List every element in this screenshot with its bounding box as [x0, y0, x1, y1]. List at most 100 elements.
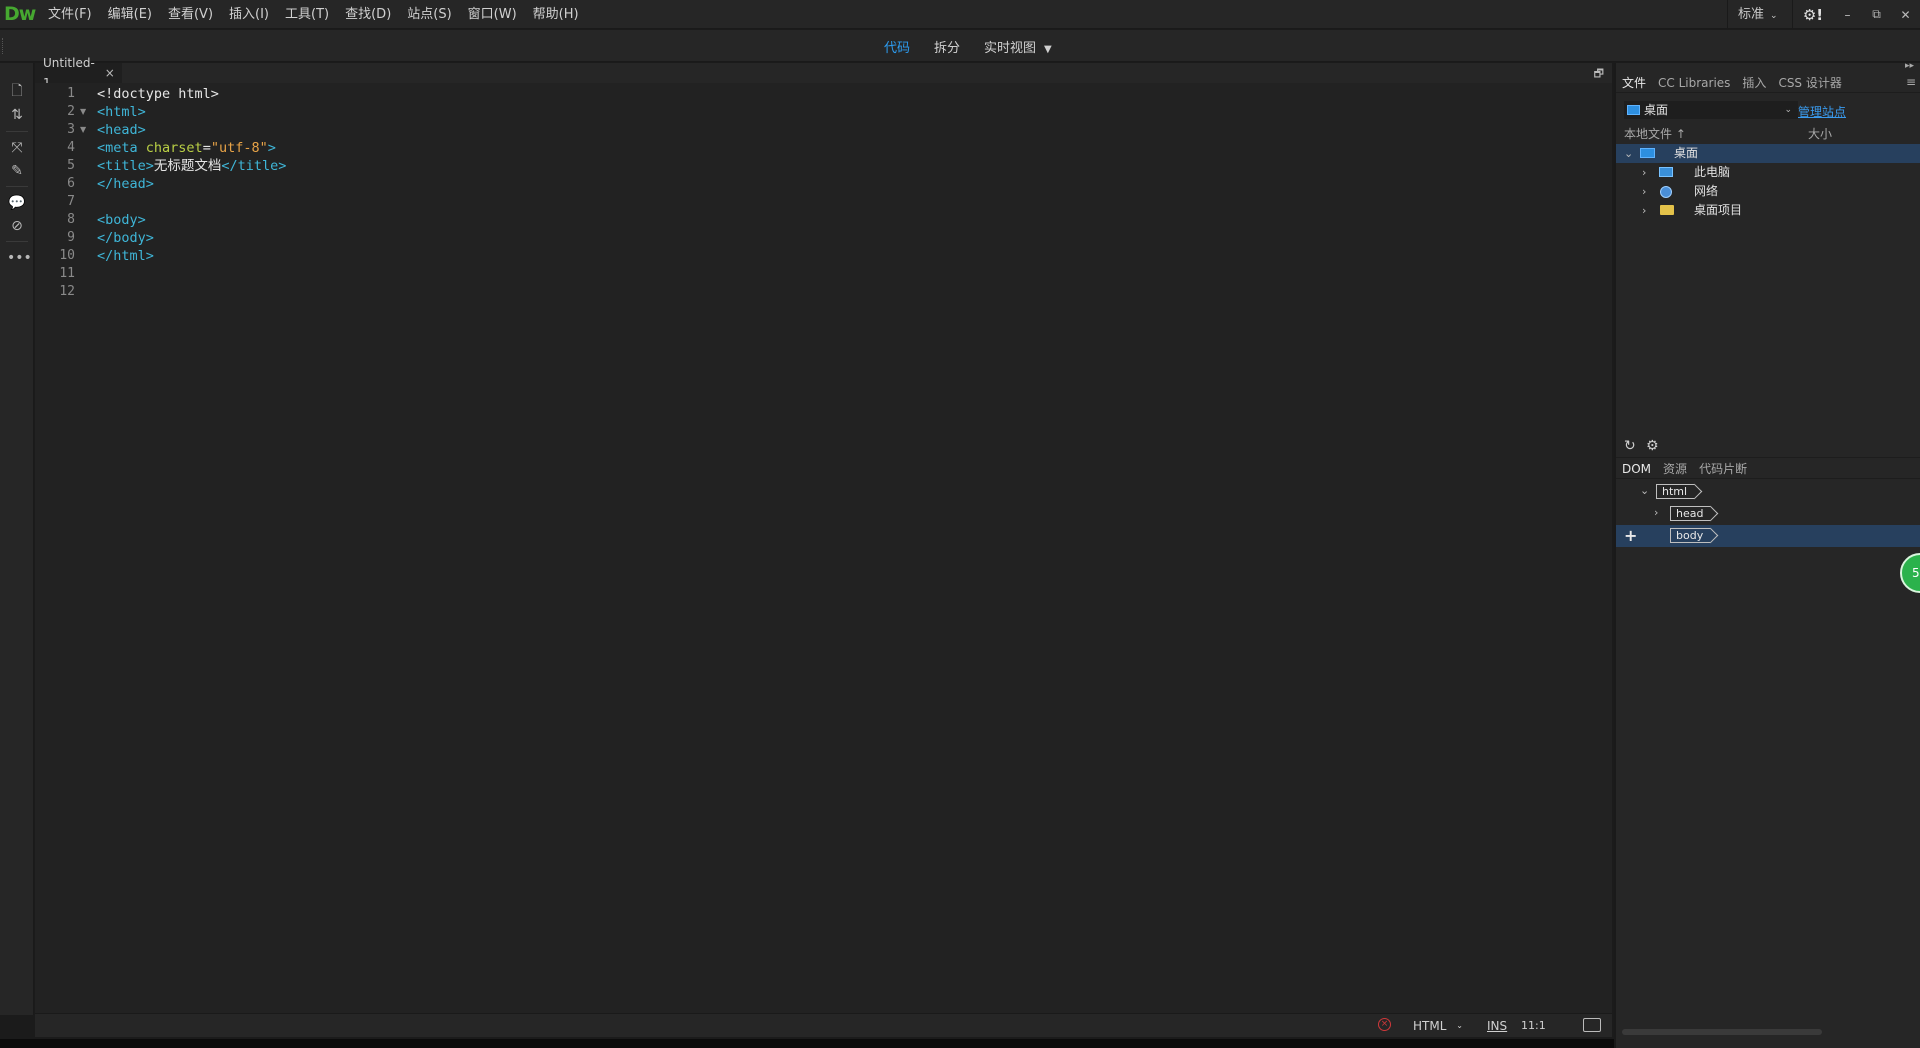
- chevron-down-icon: ⌄: [1770, 11, 1778, 21]
- dom-node-body[interactable]: + body: [1616, 525, 1920, 547]
- tab-cc-libraries[interactable]: CC Libraries: [1652, 73, 1736, 93]
- refresh-icon[interactable]: ↻: [1624, 438, 1636, 454]
- tree-item-label: 桌面: [1674, 146, 1699, 160]
- line-number: 12: [59, 284, 75, 299]
- chevron-right-icon[interactable]: ›: [1642, 182, 1646, 201]
- tab-snippets[interactable]: 代码片断: [1693, 459, 1753, 479]
- view-switcher-bar: 代码 拆分 实时视图 ▼: [0, 30, 1920, 62]
- code-line: </body>: [97, 229, 154, 247]
- fold-arrow-icon[interactable]: ▼: [80, 121, 86, 139]
- code-line: <title>无标题文档</title>: [97, 157, 286, 175]
- more-options-icon[interactable]: •••: [7, 248, 32, 268]
- remove-comment-icon[interactable]: ⊘: [7, 216, 27, 236]
- split-view-button[interactable]: 拆分: [922, 37, 972, 56]
- text-token: 无标题文档: [153, 158, 222, 174]
- chevron-down-icon: ⌄: [1784, 105, 1792, 115]
- dom-tag[interactable]: body: [1670, 528, 1711, 543]
- workspace-label: 标准: [1738, 7, 1765, 22]
- chevron-right-icon[interactable]: ›: [1654, 506, 1658, 519]
- menu-help[interactable]: 帮助(H): [525, 0, 587, 29]
- menu-window[interactable]: 窗口(W): [460, 0, 525, 29]
- code-line: </html>: [97, 247, 154, 265]
- code-line: <html>: [97, 103, 146, 121]
- code-editor[interactable]: 1 2 ▼ 3 ▼ 4 5 6 7 8 9 10 11 12 <!doctype…: [35, 83, 1612, 1013]
- toolbar-divider: [6, 186, 28, 187]
- tree-item-desktop[interactable]: ⌄ 桌面: [1616, 144, 1920, 163]
- dom-tag[interactable]: head: [1670, 506, 1711, 521]
- menu-find[interactable]: 查找(D): [337, 0, 399, 29]
- error-icon[interactable]: ×: [1378, 1018, 1391, 1031]
- caret-down-icon[interactable]: ▼: [1044, 44, 1052, 55]
- manage-site-link[interactable]: 管理站点: [1798, 103, 1846, 120]
- computer-icon: [1659, 167, 1673, 177]
- chevron-right-icon[interactable]: ›: [1642, 201, 1646, 220]
- menu-view[interactable]: 查看(V): [160, 0, 221, 29]
- tab-css-designer[interactable]: CSS 设计器: [1772, 73, 1847, 93]
- code-view-button[interactable]: 代码: [872, 37, 922, 56]
- connect-icon[interactable]: ⚙: [1646, 438, 1659, 454]
- gear-icon[interactable]: ⚙!: [1793, 6, 1833, 24]
- expand-all-icon[interactable]: ⤧: [7, 138, 27, 158]
- menu-insert[interactable]: 插入(I): [221, 0, 277, 29]
- desktop-icon: [1627, 105, 1640, 115]
- code-line: <body>: [97, 211, 146, 229]
- tag-token: <head>: [97, 122, 146, 138]
- column-local-files[interactable]: 本地文件 ↑: [1624, 125, 1686, 143]
- toolbar-grip[interactable]: [2, 38, 5, 54]
- comment-icon[interactable]: 💬: [7, 193, 27, 213]
- code-line: <meta charset="utf-8">: [97, 139, 276, 157]
- workspace-switcher[interactable]: 标准 ⌄: [1727, 0, 1793, 29]
- site-select[interactable]: 桌面 ⌄: [1624, 101, 1798, 119]
- dom-node-html[interactable]: ⌄ html: [1616, 481, 1920, 503]
- open-documents-icon[interactable]: 🗋: [7, 81, 27, 101]
- restore-button[interactable]: ⧉: [1862, 7, 1891, 22]
- document-tab[interactable]: Untitled-1 ×: [35, 56, 122, 90]
- tab-assets[interactable]: 资源: [1657, 459, 1693, 479]
- close-icon[interactable]: ×: [105, 63, 115, 83]
- panel-scrollbar[interactable]: [1622, 1029, 1822, 1035]
- format-source-icon[interactable]: ✎: [7, 161, 27, 181]
- tree-item-label: 网络: [1694, 184, 1719, 198]
- status-bar: × HTML ⌄ INS 11:1: [35, 1013, 1612, 1037]
- line-number: 5: [67, 158, 75, 173]
- live-view-button[interactable]: 实时视图 ▼: [972, 37, 1064, 56]
- tag-token: </body>: [97, 230, 154, 246]
- column-size[interactable]: 大小: [1808, 125, 1832, 143]
- chevron-down-icon[interactable]: ⌄: [1640, 484, 1649, 497]
- tag-token: </head>: [97, 176, 154, 192]
- window-size-icon[interactable]: [1583, 1018, 1601, 1032]
- doctype-token: <!doctype html>: [97, 86, 219, 102]
- tag-token: </title>: [221, 158, 287, 174]
- chevron-right-icon[interactable]: ›: [1642, 163, 1646, 182]
- menu-edit[interactable]: 编辑(E): [100, 0, 160, 29]
- chevron-down-icon[interactable]: ⌄: [1624, 144, 1633, 163]
- tree-item-label: 桌面项目: [1694, 203, 1743, 217]
- tag-token: <body>: [97, 212, 146, 228]
- menu-file[interactable]: 文件(F): [40, 0, 100, 29]
- dom-tag[interactable]: html: [1656, 484, 1695, 499]
- menu-site[interactable]: 站点(S): [399, 0, 459, 29]
- maximize-icon[interactable]: 🗗: [1594, 65, 1604, 84]
- document-type-select[interactable]: HTML ⌄: [1407, 1017, 1469, 1035]
- line-number: 7: [67, 194, 75, 209]
- close-button[interactable]: ✕: [1891, 8, 1920, 22]
- line-number: 3: [67, 122, 75, 137]
- add-element-icon[interactable]: +: [1624, 525, 1637, 547]
- minimize-button[interactable]: –: [1833, 8, 1862, 22]
- tree-item-this-pc[interactable]: › 此电脑: [1616, 163, 1920, 182]
- insert-mode-toggle[interactable]: INS: [1487, 1017, 1507, 1035]
- tree-item-network[interactable]: › 网络: [1616, 182, 1920, 201]
- right-panel: ▸▸ 文件 CC Libraries 插入 CSS 设计器 ≡ 桌面 ⌄ 管理站…: [1614, 61, 1920, 1048]
- tag-token: </html>: [97, 248, 154, 264]
- tab-dom[interactable]: DOM: [1616, 459, 1657, 479]
- panel-menu-icon[interactable]: ≡: [1906, 75, 1916, 89]
- file-management-icon[interactable]: ⇅: [7, 105, 27, 125]
- dom-node-head[interactable]: › head: [1616, 503, 1920, 525]
- line-number-gutter: 1 2 ▼ 3 ▼ 4 5 6 7 8 9 10 11 12: [35, 83, 93, 1013]
- tab-insert[interactable]: 插入: [1736, 73, 1772, 93]
- collapse-panel-icon[interactable]: ▸▸: [1905, 61, 1914, 71]
- menu-tools[interactable]: 工具(T): [277, 0, 337, 29]
- fold-arrow-icon[interactable]: ▼: [80, 103, 86, 121]
- tree-item-desktop-project[interactable]: › 桌面项目: [1616, 201, 1920, 220]
- tab-files[interactable]: 文件: [1616, 73, 1652, 93]
